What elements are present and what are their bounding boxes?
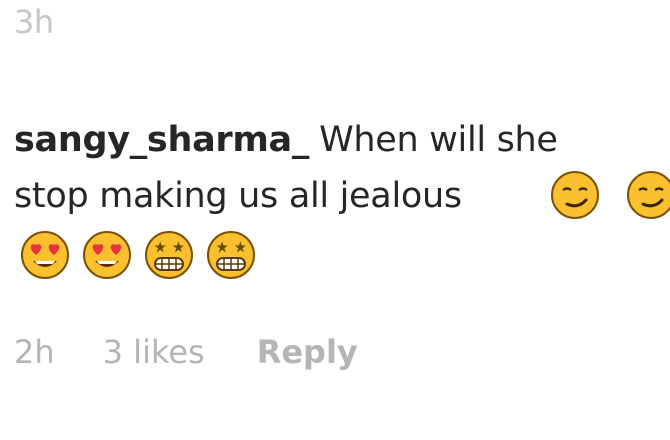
reply-button[interactable]: Reply: [257, 330, 358, 374]
star-struck-grin-emoji-icon: [145, 231, 193, 279]
comment-actions: 2h 3 likes Reply: [14, 330, 358, 374]
smirking-face-emoji-icon: [551, 171, 599, 219]
heart-eyes-emoji-icon: [83, 231, 131, 279]
previous-comment-timestamp: 3h: [14, 3, 54, 41]
comment-line-1: sangy_sharma_ When will she: [14, 112, 670, 168]
comment-username[interactable]: sangy_sharma_: [14, 120, 309, 160]
comment-thread: 3h sangy_sharma_ When will she stop makin…: [0, 0, 670, 440]
comment-text-line-1: When will she: [319, 120, 558, 160]
smirking-face-emoji-icon: [627, 171, 670, 219]
comment-timestamp: 2h: [14, 333, 55, 371]
star-struck-grin-emoji-icon: [207, 231, 255, 279]
likes-count[interactable]: 3 likes: [103, 330, 205, 374]
heart-eyes-emoji-icon: [21, 231, 69, 279]
comment-text-line-2: stop making us all jealous: [14, 176, 462, 216]
